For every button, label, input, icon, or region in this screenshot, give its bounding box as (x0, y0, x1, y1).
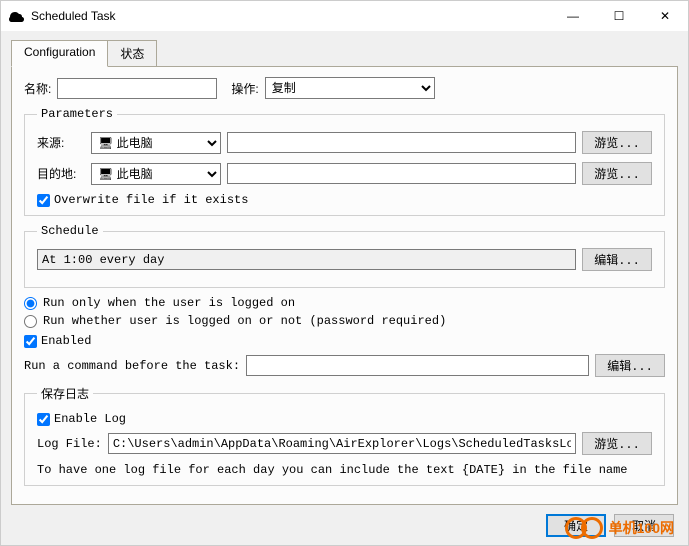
parameters-legend: Parameters (37, 107, 117, 121)
log-legend: 保存日志 (37, 385, 93, 402)
tab-strip: Configuration 状态 (11, 39, 678, 66)
tab-panel-configuration: 名称: 操作: 复制 Parameters 来源: 🖥 此电脑 游览... (11, 66, 678, 505)
tab-configuration[interactable]: Configuration (11, 40, 108, 67)
source-select[interactable]: 🖥 此电脑 (91, 132, 221, 154)
run-logged-on-radio[interactable]: Run only when the user is logged on (24, 296, 665, 310)
run-whether-radio[interactable]: Run whether user is logged on or not (pa… (24, 314, 665, 328)
client-area: Configuration 状态 名称: 操作: 复制 Parameters 来… (1, 31, 688, 545)
command-input[interactable] (246, 355, 589, 376)
log-hint: To have one log file for each day you ca… (37, 463, 652, 477)
app-icon (9, 8, 25, 24)
command-row: Run a command before the task: 编辑... (24, 354, 665, 377)
run-options: Run only when the user is logged on Run … (24, 296, 665, 377)
run-logged-on-label: Run only when the user is logged on (43, 296, 295, 310)
enable-log-checkbox[interactable]: Enable Log (37, 412, 652, 426)
schedule-legend: Schedule (37, 224, 103, 238)
operation-select[interactable]: 复制 (265, 77, 435, 99)
schedule-group: Schedule 编辑... (24, 224, 665, 288)
enabled-checkbox[interactable]: Enabled (24, 334, 665, 348)
command-edit-button[interactable]: 编辑... (595, 354, 665, 377)
command-label: Run a command before the task: (24, 359, 240, 373)
source-row: 来源: 🖥 此电脑 游览... (37, 131, 652, 154)
dest-select[interactable]: 🖥 此电脑 (91, 163, 221, 185)
overwrite-checkbox-input[interactable] (37, 194, 50, 207)
overwrite-label: Overwrite file if it exists (54, 193, 248, 207)
schedule-text (37, 249, 576, 270)
dialog-buttons: 确定 取消 (546, 514, 674, 537)
name-input[interactable] (57, 78, 217, 99)
parameters-group: Parameters 来源: 🖥 此电脑 游览... 目的地: 🖥 此电脑 游览… (24, 107, 665, 216)
window-controls: — ☐ ✕ (550, 1, 688, 31)
run-whether-input[interactable] (24, 315, 37, 328)
window: Scheduled Task — ☐ ✕ Configuration 状态 名称… (0, 0, 689, 546)
operation-label: 操作: (231, 80, 258, 97)
enabled-checkbox-input[interactable] (24, 335, 37, 348)
cancel-button[interactable]: 取消 (614, 514, 674, 537)
tab-status[interactable]: 状态 (107, 40, 157, 67)
source-path-input[interactable] (227, 132, 576, 153)
dest-row: 目的地: 🖥 此电脑 游览... (37, 162, 652, 185)
source-label: 来源: (37, 134, 85, 151)
log-browse-button[interactable]: 游览... (582, 432, 652, 455)
schedule-row: 编辑... (37, 248, 652, 271)
schedule-edit-button[interactable]: 编辑... (582, 248, 652, 271)
window-title: Scheduled Task (31, 9, 550, 23)
minimize-button[interactable]: — (550, 1, 596, 31)
maximize-button[interactable]: ☐ (596, 1, 642, 31)
close-button[interactable]: ✕ (642, 1, 688, 31)
name-row: 名称: 操作: 复制 (24, 77, 665, 99)
enabled-label: Enabled (41, 334, 91, 348)
dest-browse-button[interactable]: 游览... (582, 162, 652, 185)
enable-log-input[interactable] (37, 413, 50, 426)
run-logged-on-input[interactable] (24, 297, 37, 310)
source-browse-button[interactable]: 游览... (582, 131, 652, 154)
ok-button[interactable]: 确定 (546, 514, 606, 537)
log-file-row: Log File: 游览... (37, 432, 652, 455)
dest-path-input[interactable] (227, 163, 576, 184)
name-label: 名称: (24, 80, 51, 97)
enable-log-label: Enable Log (54, 412, 126, 426)
overwrite-checkbox[interactable]: Overwrite file if it exists (37, 193, 652, 207)
run-whether-label: Run whether user is logged on or not (pa… (43, 314, 446, 328)
dest-label: 目的地: (37, 165, 85, 182)
log-group: 保存日志 Enable Log Log File: 游览... To have … (24, 385, 665, 486)
titlebar: Scheduled Task — ☐ ✕ (1, 1, 688, 31)
log-file-label: Log File: (37, 437, 102, 451)
log-file-input[interactable] (108, 433, 576, 454)
